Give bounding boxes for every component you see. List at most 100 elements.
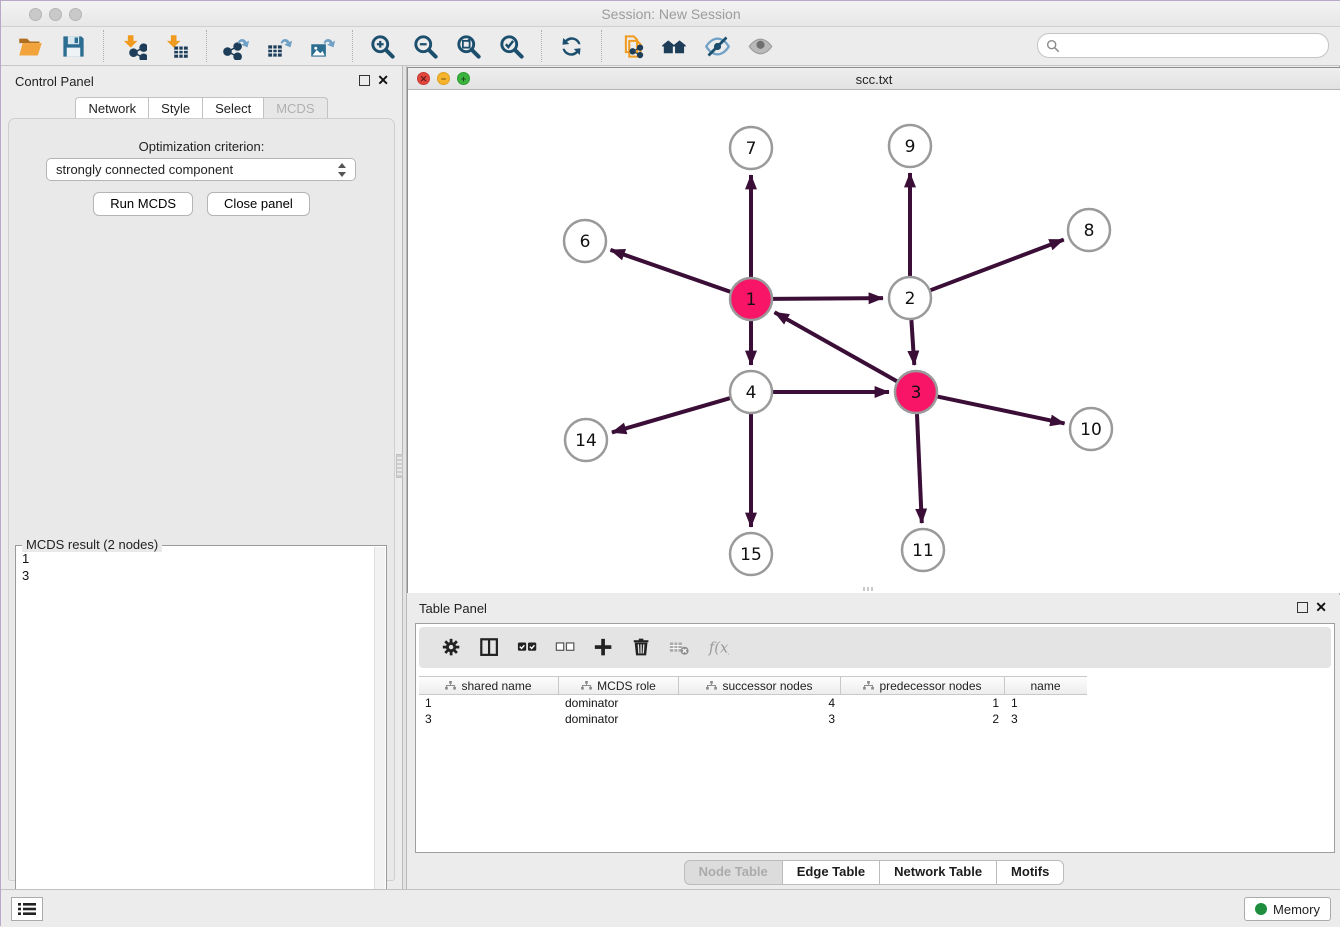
add-column-icon xyxy=(593,637,615,659)
table-cell[interactable]: 4 xyxy=(679,695,841,711)
export-table-icon xyxy=(266,33,293,60)
select-all-checks-button[interactable] xyxy=(509,633,547,663)
edge-2-8[interactable] xyxy=(931,240,1064,291)
view-resize-handle[interactable] xyxy=(863,587,875,591)
node-label-7: 7 xyxy=(746,139,757,159)
column-header-predecessor-nodes[interactable]: predecessor nodes xyxy=(841,677,1005,694)
table-cell[interactable]: 1 xyxy=(841,695,1005,711)
table-cell[interactable]: 1 xyxy=(419,695,559,711)
home-views-button[interactable] xyxy=(653,29,696,63)
table-row[interactable]: 1dominator411 xyxy=(419,695,1087,711)
delete-table-button[interactable] xyxy=(661,633,699,663)
column-header-name[interactable]: name xyxy=(1005,677,1086,694)
export-table-button[interactable] xyxy=(258,29,301,63)
network-canvas[interactable]: 7968124314101511 xyxy=(408,90,1340,593)
close-panel-button[interactable]: Close panel xyxy=(207,192,310,216)
clear-checks-button[interactable] xyxy=(547,633,585,663)
zoom-selected-button[interactable] xyxy=(490,29,533,63)
gear-button[interactable] xyxy=(433,633,471,663)
zoom-out-button[interactable] xyxy=(404,29,447,63)
add-column-button[interactable] xyxy=(585,633,623,663)
network-view-title: scc.txt xyxy=(408,72,1340,87)
table-cell[interactable]: dominator xyxy=(559,711,679,727)
search-input[interactable] xyxy=(1037,33,1329,58)
tab-motifs[interactable]: Motifs xyxy=(996,860,1064,885)
home-views-icon xyxy=(661,33,688,60)
tab-node-table[interactable]: Node Table xyxy=(684,860,782,885)
mcds-result-line: 1 xyxy=(22,550,29,567)
close-panel-icon[interactable]: ✕ xyxy=(377,72,389,89)
delete-column-button[interactable] xyxy=(623,633,661,663)
edge-3-11[interactable] xyxy=(917,414,922,523)
edge-3-10[interactable] xyxy=(938,397,1065,424)
edge-3-1[interactable] xyxy=(775,312,897,381)
zoom-out-icon xyxy=(412,33,439,60)
float-table-panel-icon[interactable] xyxy=(1297,602,1308,613)
edge-2-3[interactable] xyxy=(911,320,914,365)
select-all-checks-icon xyxy=(517,637,539,659)
open-folder-button[interactable] xyxy=(9,29,52,63)
search-field[interactable] xyxy=(1065,38,1328,53)
column-header-MCDS-role[interactable]: MCDS role xyxy=(559,677,679,694)
column-label: successor nodes xyxy=(722,679,812,693)
hide-selected-button[interactable] xyxy=(696,29,739,63)
split-columns-button[interactable] xyxy=(471,633,509,663)
float-panel-icon[interactable] xyxy=(359,75,370,86)
sort-hierarchy-icon xyxy=(581,681,592,690)
mcds-result-scrollbar[interactable] xyxy=(374,547,385,921)
column-label: shared name xyxy=(461,679,531,693)
function-fx-button[interactable]: f(x) xyxy=(699,633,737,663)
criterion-select[interactable]: strongly connected component xyxy=(46,158,356,181)
zoom-in-button[interactable] xyxy=(361,29,404,63)
splitter-handle[interactable] xyxy=(396,454,403,478)
table-cell[interactable]: dominator xyxy=(559,695,679,711)
list-icon xyxy=(18,902,36,916)
zoom-fit-button[interactable] xyxy=(447,29,490,63)
window-title: Session: New Session xyxy=(1,6,1340,22)
export-network-button[interactable] xyxy=(215,29,258,63)
copy-style-button[interactable] xyxy=(610,29,653,63)
column-header-successor-nodes[interactable]: successor nodes xyxy=(679,677,841,694)
control-panel-title: Control Panel xyxy=(15,74,94,89)
import-table-icon xyxy=(163,33,190,60)
export-network-icon xyxy=(223,33,250,60)
edge-1-6[interactable] xyxy=(610,250,730,292)
tab-network-table[interactable]: Network Table xyxy=(879,860,996,885)
edge-1-2[interactable] xyxy=(773,298,883,299)
search-icon xyxy=(1046,39,1060,53)
table-cell[interactable]: 2 xyxy=(841,711,1005,727)
table-cell[interactable]: 1 xyxy=(1005,695,1086,711)
save-icon xyxy=(60,33,87,60)
delete-table-icon xyxy=(669,637,691,659)
import-network-button[interactable] xyxy=(112,29,155,63)
node-table[interactable]: shared name MCDS role successor nodes prede… xyxy=(419,676,1087,727)
close-table-panel-icon[interactable]: ✕ xyxy=(1315,599,1327,616)
network-window: ✕ − + scc.txt 7968124314101511 xyxy=(407,67,1340,593)
node-label-15: 15 xyxy=(740,545,762,565)
save-button[interactable] xyxy=(52,29,95,63)
optimization-criterion-label: Optimization criterion: xyxy=(9,139,394,154)
network-graph[interactable]: 7968124314101511 xyxy=(408,90,1340,593)
table-panel: Table Panel ✕ f(x) shared nameMCDS roles… xyxy=(407,595,1340,889)
export-image-button[interactable] xyxy=(301,29,344,63)
mcds-panel: Optimization criterion: strongly connect… xyxy=(8,118,395,881)
import-table-button[interactable] xyxy=(155,29,198,63)
memory-button[interactable]: Memory xyxy=(1244,897,1331,921)
run-mcds-button[interactable]: Run MCDS xyxy=(93,192,193,216)
table-cell[interactable]: 3 xyxy=(679,711,841,727)
zoom-selected-icon xyxy=(498,33,525,60)
task-history-button[interactable] xyxy=(11,897,43,921)
mcds-result-box: MCDS result (2 nodes) 13 xyxy=(15,545,387,923)
network-window-titlebar[interactable]: ✕ − + scc.txt xyxy=(408,68,1340,90)
tab-edge-table[interactable]: Edge Table xyxy=(782,860,879,885)
show-all-button[interactable] xyxy=(739,29,782,63)
sort-hierarchy-icon xyxy=(863,681,874,690)
table-cell[interactable]: 3 xyxy=(1005,711,1086,727)
table-panel-title: Table Panel xyxy=(419,601,487,616)
refresh-button[interactable] xyxy=(550,29,593,63)
edge-4-14[interactable] xyxy=(612,398,730,432)
table-row[interactable]: 3dominator323 xyxy=(419,711,1087,727)
table-cell[interactable]: 3 xyxy=(419,711,559,727)
column-label: MCDS role xyxy=(597,679,656,693)
column-header-shared-name[interactable]: shared name xyxy=(419,677,559,694)
